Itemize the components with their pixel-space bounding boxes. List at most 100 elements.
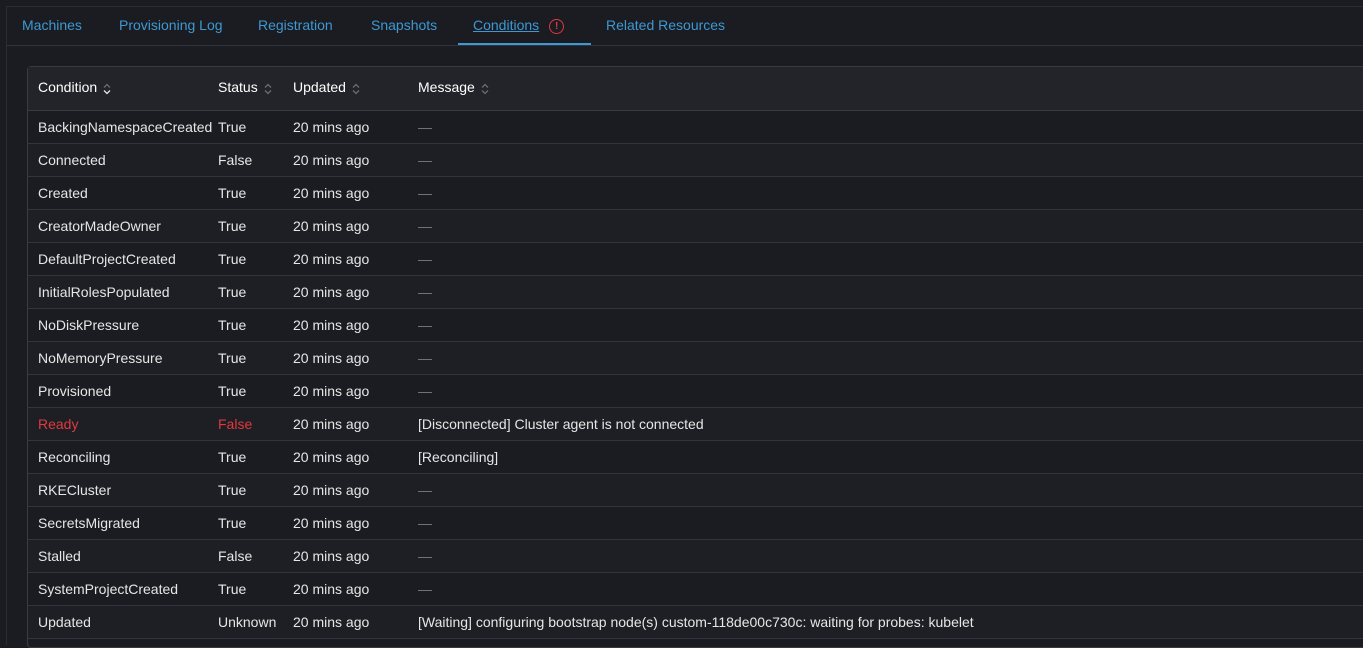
condition-cell: Connected <box>38 152 106 168</box>
table-row: NoDiskPressure True 20 mins ago — <box>28 309 1363 342</box>
status-cell: True <box>218 284 247 300</box>
column-header-condition[interactable]: Condition <box>38 67 111 110</box>
updated-cell: 20 mins ago <box>293 548 370 564</box>
column-label: Updated <box>293 79 346 95</box>
message-cell: — <box>418 317 432 333</box>
condition-cell: DefaultProjectCreated <box>38 251 176 267</box>
status-cell: True <box>218 350 247 366</box>
tab-snapshots[interactable]: Snapshots <box>371 7 437 45</box>
updated-cell: 20 mins ago <box>293 317 370 333</box>
message-cell: — <box>418 515 432 531</box>
status-cell: False <box>218 152 253 168</box>
condition-cell: Stalled <box>38 548 81 564</box>
message-cell: — <box>418 482 432 498</box>
tab-label: Conditions <box>473 17 540 33</box>
tab-registration[interactable]: Registration <box>258 7 333 45</box>
table-header: Condition Status Updated Message <box>28 67 1363 111</box>
tab-conditions[interactable]: Conditions! <box>458 7 591 45</box>
table-row: Created True 20 mins ago — <box>28 177 1363 210</box>
table-row: SecretsMigrated True 20 mins ago — <box>28 507 1363 540</box>
resource-tabs: Machines Provisioning Log Registration S… <box>7 7 1363 46</box>
table-row: Reconciling True 20 mins ago [Reconciling] <box>28 441 1363 474</box>
status-cell: False <box>218 548 253 564</box>
tab-label: Provisioning Log <box>119 17 223 33</box>
message-cell: — <box>418 383 432 399</box>
status-cell: True <box>218 218 247 234</box>
table-row: RKECluster True 20 mins ago — <box>28 474 1363 507</box>
message-cell: [Waiting] configuring bootstrap node(s) … <box>418 614 974 630</box>
tab-label: Registration <box>258 17 333 33</box>
table-row: Ready False 20 mins ago [Disconnected] Clus… <box>28 408 1363 441</box>
status-cell: True <box>218 383 247 399</box>
table-row: DefaultProjectCreated True 20 mins ago — <box>28 243 1363 276</box>
tab-machines[interactable]: Machines <box>22 7 82 45</box>
updated-cell: 20 mins ago <box>293 383 370 399</box>
status-cell: Unknown <box>218 614 277 630</box>
condition-cell: NoDiskPressure <box>38 317 140 333</box>
table-row: Updated Unknown 20 mins ago [Waiting] confi… <box>28 606 1363 639</box>
updated-cell: 20 mins ago <box>293 482 370 498</box>
updated-cell: 20 mins ago <box>293 119 370 135</box>
conditions-table: Condition Status Updated Message Backing… <box>27 66 1363 648</box>
message-cell: — <box>418 152 432 168</box>
updated-cell: 20 mins ago <box>293 185 370 201</box>
message-cell: [Disconnected] Cluster agent is not conn… <box>418 416 704 432</box>
status-cell: True <box>218 185 247 201</box>
tab-label: Machines <box>22 17 82 33</box>
updated-cell: 20 mins ago <box>293 416 370 432</box>
condition-cell: Created <box>38 185 88 201</box>
updated-cell: 20 mins ago <box>293 218 370 234</box>
table-row: CreatorMadeOwner True 20 mins ago — <box>28 210 1363 243</box>
table-row: NoMemoryPressure True 20 mins ago — <box>28 342 1363 375</box>
tab-related-resources[interactable]: Related Resources <box>606 7 725 45</box>
status-cell: True <box>218 515 247 531</box>
column-label: Condition <box>38 79 98 95</box>
column-header-message[interactable]: Message <box>418 67 489 110</box>
table-row: Connected False 20 mins ago — <box>28 144 1363 177</box>
exclamation-circle-icon: ! <box>549 19 565 34</box>
status-cell: True <box>218 251 247 267</box>
status-cell: True <box>218 581 247 597</box>
message-cell: — <box>418 350 432 366</box>
updated-cell: 20 mins ago <box>293 350 370 366</box>
column-header-status[interactable]: Status <box>218 67 272 110</box>
message-cell: — <box>418 185 432 201</box>
tab-provisioning-log[interactable]: Provisioning Log <box>119 7 223 45</box>
sort-icon <box>264 83 272 95</box>
table-row: SystemProjectCreated True 20 mins ago — <box>28 573 1363 606</box>
updated-cell: 20 mins ago <box>293 614 370 630</box>
condition-cell: Reconciling <box>38 449 111 465</box>
column-header-updated[interactable]: Updated <box>293 67 360 110</box>
sort-icon <box>352 83 360 95</box>
message-cell: — <box>418 284 432 300</box>
message-cell: — <box>418 218 432 234</box>
table-row: Provisioned True 20 mins ago — <box>28 375 1363 408</box>
status-cell: True <box>218 449 247 465</box>
message-cell: — <box>418 581 432 597</box>
updated-cell: 20 mins ago <box>293 152 370 168</box>
status-cell: True <box>218 482 247 498</box>
condition-cell: SecretsMigrated <box>38 515 140 531</box>
tab-label: Snapshots <box>371 17 438 33</box>
updated-cell: 20 mins ago <box>293 284 370 300</box>
updated-cell: 20 mins ago <box>293 251 370 267</box>
column-label: Message <box>418 79 475 95</box>
message-cell: — <box>418 119 432 135</box>
condition-cell: InitialRolesPopulated <box>38 284 170 300</box>
updated-cell: 20 mins ago <box>293 581 370 597</box>
column-label: Status <box>218 79 258 95</box>
status-cell: False <box>218 416 253 432</box>
condition-cell: BackingNamespaceCreated <box>38 119 213 135</box>
condition-cell: NoMemoryPressure <box>38 350 163 366</box>
message-cell: [Reconciling] <box>418 449 499 465</box>
condition-cell: Ready <box>38 416 79 432</box>
sort-icon <box>103 83 111 95</box>
condition-cell: CreatorMadeOwner <box>38 218 161 234</box>
condition-cell: SystemProjectCreated <box>38 581 179 597</box>
status-cell: True <box>218 119 247 135</box>
cluster-detail-panel: Machines Provisioning Log Registration S… <box>6 6 1363 648</box>
message-cell: — <box>418 251 432 267</box>
table-row: Stalled False 20 mins ago — <box>28 540 1363 573</box>
status-cell: True <box>218 317 247 333</box>
condition-cell: RKECluster <box>38 482 112 498</box>
